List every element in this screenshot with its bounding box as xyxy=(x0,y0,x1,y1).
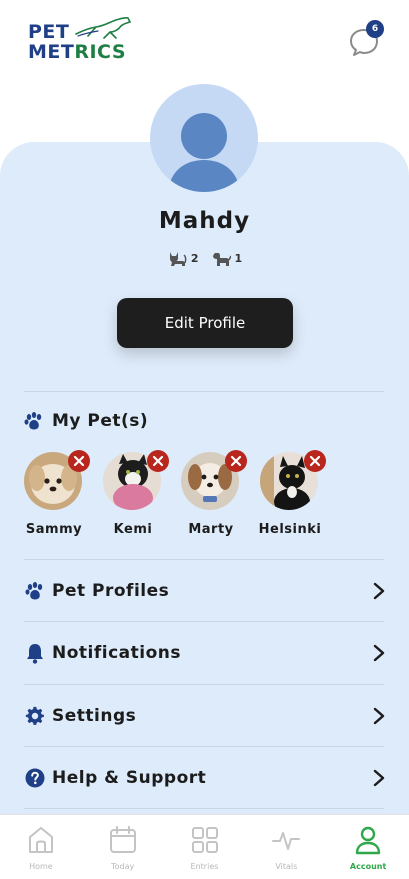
dog-count-value: 1 xyxy=(234,251,243,265)
menu-label: Pet Profiles xyxy=(52,581,170,601)
pet-card-kemi[interactable]: Kemi xyxy=(103,450,183,542)
help-icon-wrap xyxy=(24,767,46,789)
nav-item-home[interactable]: Home xyxy=(0,815,82,879)
my-pets-title: My Pet(s) xyxy=(52,411,149,431)
nav-label: Account xyxy=(349,862,387,871)
close-icon xyxy=(309,455,321,467)
remove-pet-button[interactable] xyxy=(68,450,90,472)
nav-item-vitals[interactable]: Vitals xyxy=(245,815,327,879)
top-bar: PET METRICS 6 xyxy=(0,0,409,90)
dog-count: 1 xyxy=(211,250,243,266)
menu-label: Help & Support xyxy=(52,768,207,788)
pet-card-helsinki[interactable]: Helsinki xyxy=(259,450,340,542)
menu-item-help-support[interactable]: Help & Support xyxy=(24,748,386,808)
app-logo: PET METRICS xyxy=(28,14,138,66)
nav-label: Vitals xyxy=(275,862,298,871)
divider xyxy=(24,808,384,809)
paw-icon xyxy=(25,582,43,600)
menu-item-pet-profiles[interactable]: Pet Profiles xyxy=(24,561,386,621)
chevron-right-icon xyxy=(373,582,385,600)
nav-label: Entries xyxy=(190,862,219,871)
remove-pet-button[interactable] xyxy=(304,450,326,472)
bottom-nav: Home Today Entries Vitals Account xyxy=(0,814,409,879)
menu-label: Settings xyxy=(52,706,137,726)
avatar[interactable] xyxy=(150,84,258,192)
chat-button[interactable]: 6 xyxy=(348,20,384,58)
divider xyxy=(24,746,384,747)
user-name: Mahdy xyxy=(158,208,251,234)
menu-item-settings[interactable]: Settings xyxy=(24,686,386,746)
close-icon xyxy=(73,455,85,467)
menu-item-notifications[interactable]: Notifications xyxy=(24,623,386,683)
cat-count-value: 2 xyxy=(190,251,199,265)
running-dog-logo-icon xyxy=(75,16,132,39)
pet-card-marty[interactable]: Marty xyxy=(181,450,261,542)
menu-label: Notifications xyxy=(52,643,181,663)
divider xyxy=(24,391,384,392)
divider xyxy=(24,559,384,560)
chat-unread-badge: 6 xyxy=(366,20,384,38)
gear-icon-wrap xyxy=(24,705,46,727)
calendar-icon xyxy=(109,826,136,853)
home-icon xyxy=(29,827,53,853)
remove-pet-button[interactable] xyxy=(225,450,247,472)
nav-item-entries[interactable]: Entries xyxy=(164,815,246,879)
pets-row: Sammy Kemi Marty Helsinki xyxy=(24,450,384,542)
pet-card-sammy[interactable]: Sammy xyxy=(24,450,104,542)
logo-line-2-part-1: MET xyxy=(28,41,75,63)
my-pets-header: My Pet(s) xyxy=(24,411,148,431)
divider xyxy=(24,621,384,622)
close-icon xyxy=(152,455,164,467)
gear-icon xyxy=(25,706,44,725)
remove-pet-button[interactable] xyxy=(147,450,169,472)
chevron-right-icon xyxy=(373,707,385,725)
paw-icon xyxy=(24,412,42,430)
logo-line-2: METRICS xyxy=(28,42,126,62)
logo-line-2-part-2: RICS xyxy=(74,41,127,63)
nav-label: Home xyxy=(29,862,53,871)
pet-counts: 2 1 xyxy=(0,250,409,266)
dog-icon xyxy=(212,253,231,266)
chevron-right-icon xyxy=(373,644,385,662)
pet-name: Kemi xyxy=(113,522,153,537)
cat-icon xyxy=(169,252,187,266)
bell-icon-wrap xyxy=(24,642,46,664)
close-icon xyxy=(230,455,242,467)
help-icon xyxy=(25,768,45,788)
divider xyxy=(24,684,384,685)
pulse-icon xyxy=(272,832,301,850)
nav-item-today[interactable]: Today xyxy=(82,815,164,879)
nav-label: Today xyxy=(111,862,135,871)
cat-count: 2 xyxy=(167,250,199,266)
user-silhouette-icon xyxy=(168,113,240,192)
grid-icon xyxy=(191,827,218,853)
chevron-right-icon xyxy=(373,769,385,787)
logo-line-1: PET xyxy=(28,21,70,43)
user-icon xyxy=(355,826,381,855)
pet-name: Helsinki xyxy=(258,522,322,537)
paw-icon-wrap xyxy=(24,580,46,602)
nav-item-account[interactable]: Account xyxy=(327,815,409,879)
pet-name: Sammy xyxy=(25,522,83,537)
bell-icon xyxy=(27,644,43,664)
pet-name: Marty xyxy=(188,522,234,537)
edit-profile-button[interactable]: Edit Profile xyxy=(117,298,293,348)
